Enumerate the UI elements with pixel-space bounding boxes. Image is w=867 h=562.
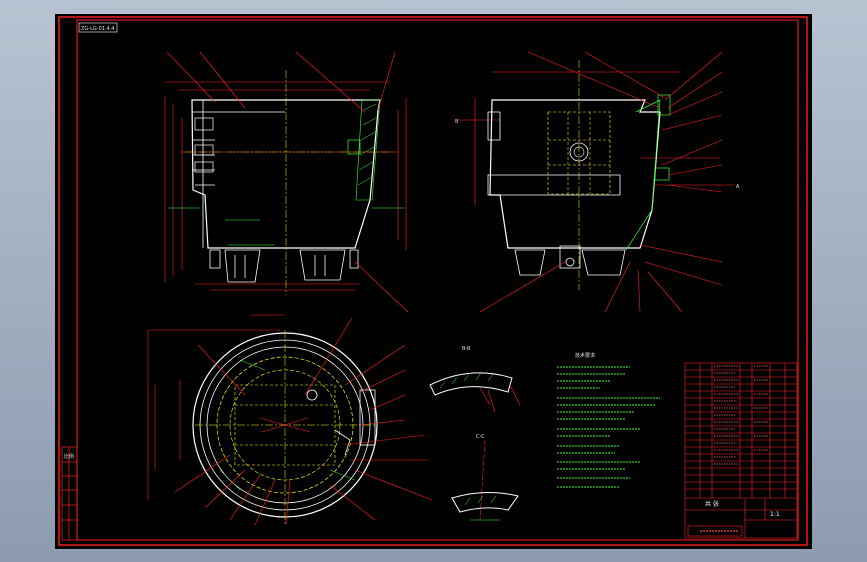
- svg-text:A: A: [736, 184, 740, 190]
- cad-viewport[interactable]: ZG-LG-01.4.4 比例 B A B-B C-C 技术要求 1:1 共 张: [0, 0, 867, 562]
- svg-text:C-C: C-C: [476, 434, 485, 440]
- corner-tag: ZG-LG-01.4.4: [81, 26, 114, 32]
- svg-text:技术要求: 技术要求: [575, 352, 595, 359]
- title-block-sheet: 共 张: [705, 500, 719, 508]
- left-strip-label: 比例: [64, 453, 74, 460]
- title-block-scale: 1:1: [770, 511, 780, 518]
- drawing-area: [55, 14, 812, 549]
- svg-text:B: B: [455, 119, 459, 125]
- svg-text:B-B: B-B: [462, 346, 471, 352]
